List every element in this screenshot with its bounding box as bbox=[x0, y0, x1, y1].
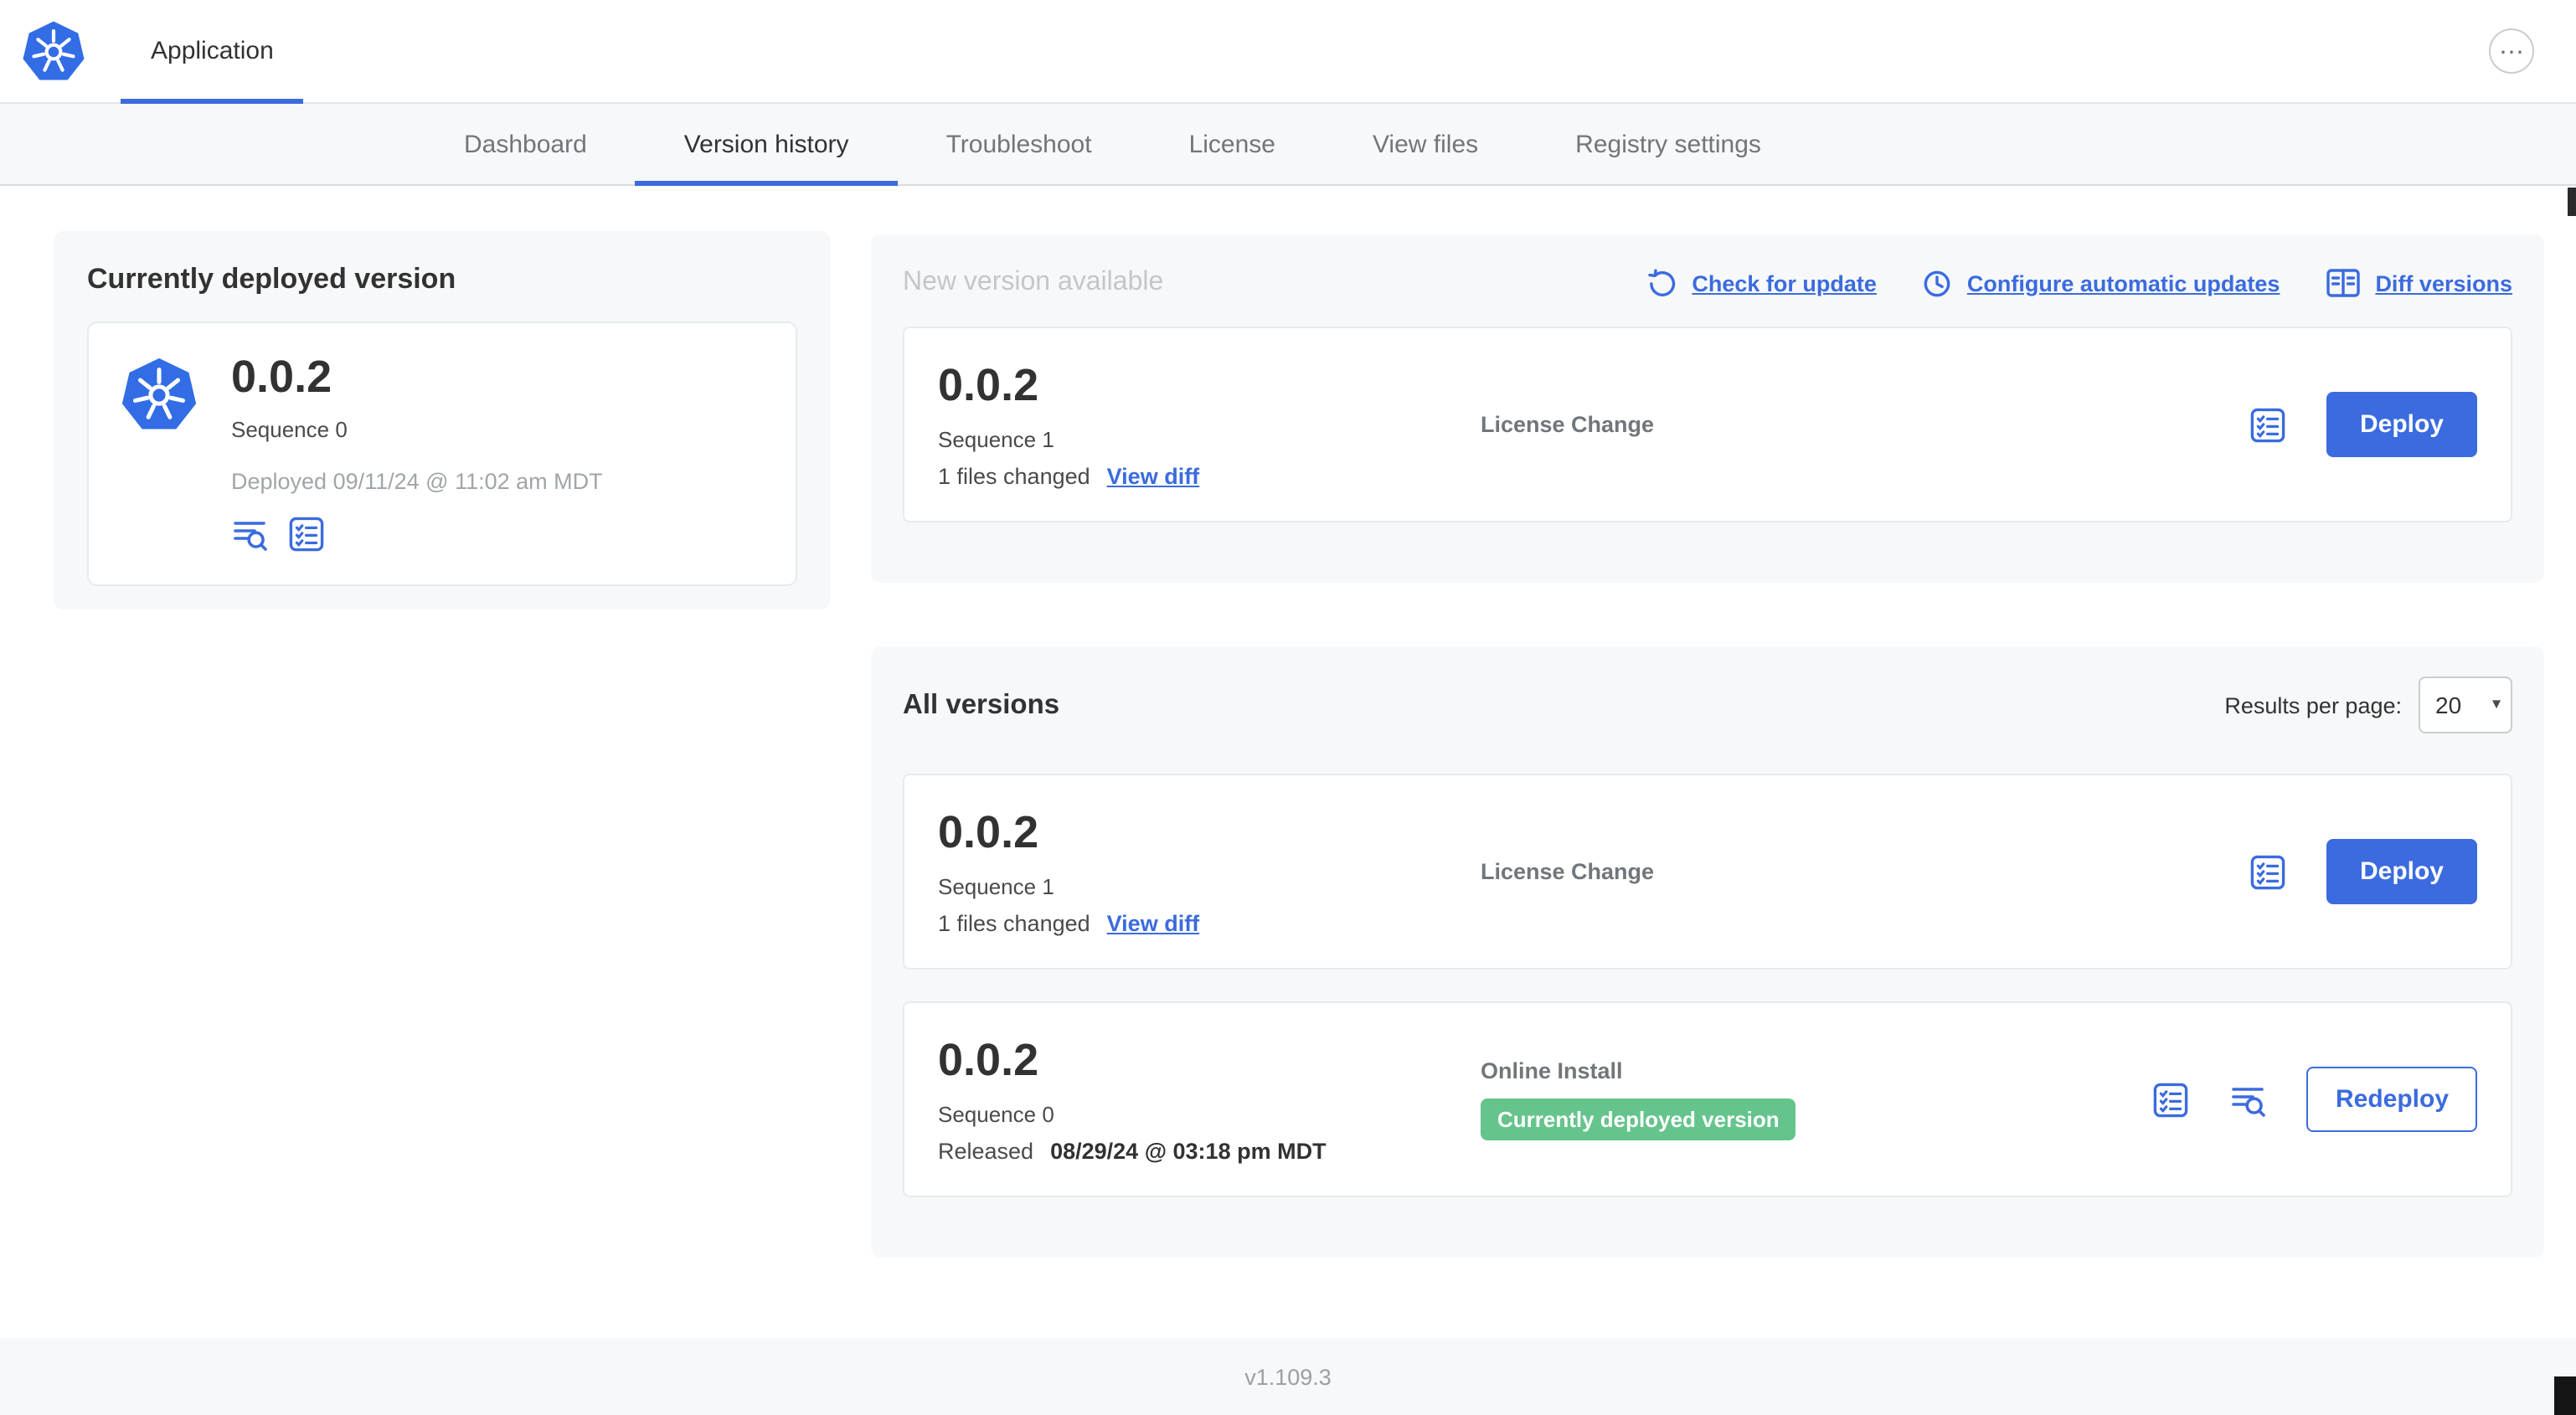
files-changed-line: 1 files changed View diff bbox=[938, 910, 1481, 935]
version-info: 0.0.2 Sequence 0 Released 08/29/24 @ 03:… bbox=[938, 1036, 1481, 1163]
scrollbar-artifact-bottom bbox=[2554, 1376, 2576, 1415]
version-row-actions: Redeploy bbox=[2153, 1067, 2477, 1132]
main-content: Currently deployed version 0.0.2 Sequenc… bbox=[0, 186, 2576, 1338]
version-row-sequence-1: 0.0.2 Sequence 1 1 files changed View di… bbox=[903, 774, 2512, 970]
tab-version-history-label: Version history bbox=[683, 130, 849, 158]
redeploy-button[interactable]: Redeploy bbox=[2306, 1067, 2477, 1132]
files-changed-text: 1 files changed bbox=[938, 910, 1090, 936]
current-version-deployed-date: Deployed 09/11/24 @ 11:02 am MDT bbox=[231, 469, 603, 495]
kubernetes-app-icon bbox=[121, 357, 198, 434]
current-version-sequence: Sequence 0 bbox=[231, 417, 348, 443]
diff-versions-label: Diff versions bbox=[2375, 270, 2512, 296]
results-per-page: Results per page: 20 ▾ bbox=[2224, 677, 2512, 733]
top-bar: Application ⋯ bbox=[0, 0, 2576, 104]
new-version-actions: Deploy bbox=[2249, 392, 2477, 457]
version-row-actions: Deploy bbox=[2249, 839, 2477, 904]
more-menu-button[interactable]: ⋯ bbox=[2489, 28, 2534, 74]
all-versions-header: All versions Results per page: 20 ▾ bbox=[903, 677, 2512, 733]
version-source-block: Online Install Currently deployed versio… bbox=[1481, 1058, 2153, 1140]
diff-versions-link[interactable]: Diff versions bbox=[2325, 265, 2512, 301]
deploy-button[interactable]: Deploy bbox=[2326, 839, 2477, 904]
version-sequence: Sequence 0 bbox=[938, 1101, 1054, 1127]
tab-troubleshoot-label: Troubleshoot bbox=[945, 130, 1092, 158]
check-for-update-link[interactable]: Check for update bbox=[1646, 267, 1877, 299]
app-section-nav: Dashboard Version history Troubleshoot L… bbox=[0, 104, 2576, 186]
currently-deployed-badge: Currently deployed version bbox=[1481, 1099, 1796, 1140]
scrollbar-artifact-top bbox=[2568, 188, 2576, 216]
tab-dashboard[interactable]: Dashboard bbox=[415, 104, 636, 184]
currently-deployed-title: Currently deployed version bbox=[87, 263, 456, 295]
tab-view-files-label: View files bbox=[1372, 130, 1479, 158]
ellipsis-icon: ⋯ bbox=[2499, 38, 2524, 66]
configure-automatic-updates-label: Configure automatic updates bbox=[1966, 270, 2280, 296]
version-source-label: Online Install bbox=[1481, 1058, 1623, 1083]
tab-license-label: License bbox=[1188, 130, 1275, 158]
clock-icon bbox=[1922, 267, 1954, 299]
check-for-update-label: Check for update bbox=[1692, 270, 1877, 296]
released-prefix: Released bbox=[938, 1138, 1034, 1164]
preflight-checks-icon[interactable] bbox=[2249, 853, 2286, 890]
footer-bar: v1.109.3 bbox=[0, 1338, 2576, 1415]
currently-deployed-card: Currently deployed version 0.0.2 Sequenc… bbox=[54, 231, 831, 610]
version-source-label: License Change bbox=[1481, 859, 1655, 884]
new-version-card: New version available Check for update C… bbox=[871, 234, 2544, 583]
tab-dashboard-label: Dashboard bbox=[464, 130, 587, 158]
view-diff-link[interactable]: View diff bbox=[1107, 463, 1200, 488]
console-version-label: v1.109.3 bbox=[1244, 1364, 1332, 1389]
preflight-checks-icon[interactable] bbox=[288, 516, 325, 553]
preflight-checks-icon[interactable] bbox=[2153, 1081, 2190, 1118]
released-date: 08/29/24 @ 03:18 pm MDT bbox=[1050, 1138, 1327, 1164]
tab-version-history[interactable]: Version history bbox=[635, 104, 898, 186]
currently-deployed-panel: 0.0.2 Sequence 0 Deployed 09/11/24 @ 11:… bbox=[87, 322, 797, 587]
version-source-label: License Change bbox=[1481, 412, 1655, 437]
files-changed-line: 1 files changed View diff bbox=[938, 463, 1481, 488]
deploy-logs-icon[interactable] bbox=[2230, 1081, 2267, 1118]
released-line: Released 08/29/24 @ 03:18 pm MDT bbox=[938, 1138, 1481, 1163]
active-tab-underline bbox=[635, 181, 898, 186]
diff-icon bbox=[2325, 265, 2362, 301]
current-version-number: 0.0.2 bbox=[231, 352, 332, 402]
kubernetes-logo-icon bbox=[22, 19, 85, 83]
preflight-checks-icon[interactable] bbox=[2249, 406, 2286, 443]
current-version-actions bbox=[231, 516, 603, 553]
new-version-info: 0.0.2 Sequence 1 1 files changed View di… bbox=[938, 361, 1481, 488]
new-version-header-actions: Check for update Configure automatic upd… bbox=[1646, 265, 2512, 301]
version-row-sequence-0: 0.0.2 Sequence 0 Released 08/29/24 @ 03:… bbox=[903, 1001, 2512, 1197]
tab-registry-settings-label: Registry settings bbox=[1575, 130, 1761, 158]
version-number: 0.0.2 bbox=[938, 360, 1039, 411]
tab-view-files[interactable]: View files bbox=[1324, 104, 1527, 184]
new-version-row: 0.0.2 Sequence 1 1 files changed View di… bbox=[903, 327, 2512, 522]
application-tab-label: Application bbox=[151, 37, 274, 65]
view-diff-link[interactable]: View diff bbox=[1107, 910, 1200, 935]
version-history-column: New version available Check for update C… bbox=[871, 234, 2544, 1258]
configure-automatic-updates-link[interactable]: Configure automatic updates bbox=[1922, 267, 2280, 299]
version-number: 0.0.2 bbox=[938, 1035, 1039, 1086]
version-number: 0.0.2 bbox=[938, 807, 1039, 858]
admin-console-page: Application ⋯ Dashboard Version history … bbox=[0, 0, 2576, 1415]
results-per-page-label: Results per page: bbox=[2224, 692, 2402, 718]
results-per-page-select-wrap: 20 ▾ bbox=[2419, 677, 2512, 733]
all-versions-title: All versions bbox=[903, 689, 1060, 719]
version-sequence: Sequence 1 bbox=[938, 426, 1054, 452]
version-sequence: Sequence 1 bbox=[938, 873, 1054, 899]
application-tab-underline bbox=[121, 99, 304, 104]
new-version-title: New version available bbox=[903, 268, 1164, 296]
refresh-icon bbox=[1646, 267, 1678, 299]
results-per-page-select[interactable]: 20 bbox=[2419, 677, 2512, 733]
tab-license[interactable]: License bbox=[1141, 104, 1324, 184]
deploy-logs-icon[interactable] bbox=[231, 516, 268, 553]
tab-troubleshoot[interactable]: Troubleshoot bbox=[898, 104, 1141, 184]
tab-application[interactable]: Application bbox=[121, 0, 304, 104]
files-changed-text: 1 files changed bbox=[938, 463, 1090, 489]
tab-registry-settings[interactable]: Registry settings bbox=[1527, 104, 1810, 184]
deploy-button[interactable]: Deploy bbox=[2326, 392, 2477, 457]
new-version-header: New version available Check for update C… bbox=[903, 265, 2512, 301]
version-info: 0.0.2 Sequence 1 1 files changed View di… bbox=[938, 808, 1481, 935]
current-version-details: 0.0.2 Sequence 0 Deployed 09/11/24 @ 11:… bbox=[231, 352, 603, 553]
all-versions-card: All versions Results per page: 20 ▾ 0.0.… bbox=[871, 646, 2544, 1258]
